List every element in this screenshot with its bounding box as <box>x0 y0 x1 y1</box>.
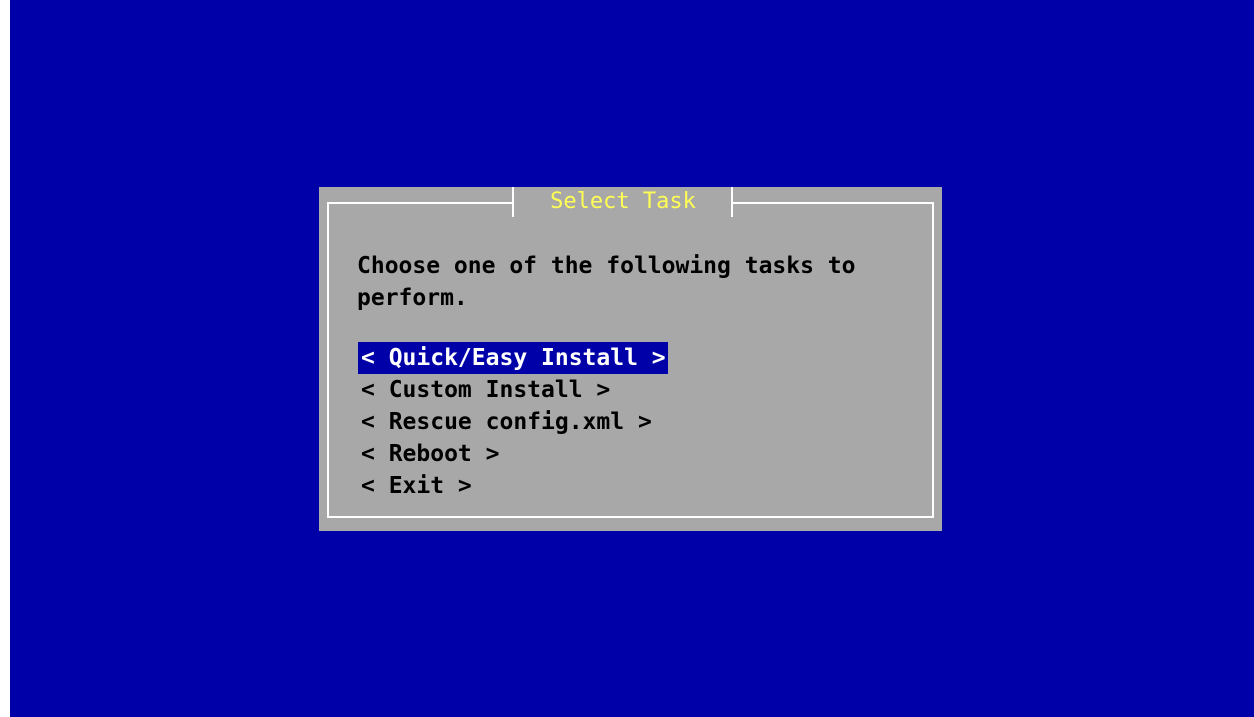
title-divider-right <box>731 187 733 217</box>
dialog-border-top-right <box>733 202 934 204</box>
dialog-prompt: Choose one of the following tasks to per… <box>357 253 856 311</box>
menu-item-exit[interactable]: < Exit > <box>358 470 474 502</box>
title-divider-left <box>512 187 514 217</box>
select-task-dialog: Select Task Choose one of the following … <box>319 187 942 531</box>
menu-item-custom-install[interactable]: < Custom Install > <box>358 374 612 406</box>
dialog-border-top-left <box>327 202 513 204</box>
task-menu: < Quick/Easy Install > < Custom Install … <box>358 342 668 502</box>
dialog-border-bottom <box>327 516 934 518</box>
menu-item-quick-easy-install[interactable]: < Quick/Easy Install > <box>358 342 668 374</box>
dialog-border-right <box>932 202 934 518</box>
menu-item-rescue-config[interactable]: < Rescue config.xml > <box>358 406 654 438</box>
menu-item-reboot[interactable]: < Reboot > <box>358 438 501 470</box>
console-screen: Select Task Choose one of the following … <box>10 0 1254 717</box>
dialog-title: Select Task <box>550 189 696 214</box>
dialog-border-left <box>327 202 329 518</box>
